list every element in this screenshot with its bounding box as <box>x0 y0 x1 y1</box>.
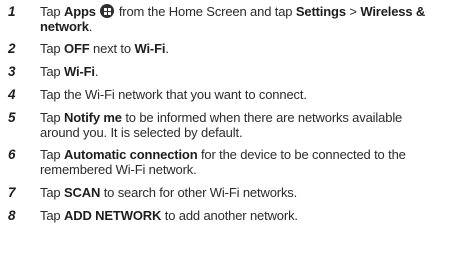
step-text-continued: remembered Wi-Fi network. <box>40 162 197 177</box>
ui-term-notify-me: Notify me <box>63 110 122 125</box>
step-text-continued: around you. It is selected by default. <box>40 125 243 140</box>
step-text: Tap ADD NETWORK to add another network. <box>40 208 298 223</box>
step-text: Tap Apps from the Home Screen and tap Se… <box>40 4 426 19</box>
ui-term-wifi: Wi-Fi <box>63 64 95 79</box>
instruction-steps: 1 Tap Apps from the Home Screen and tap … <box>0 0 463 262</box>
step-number: 8 <box>8 208 16 223</box>
step-text: Tap the Wi-Fi network that you want to c… <box>40 87 307 102</box>
step-number: 6 <box>8 147 16 162</box>
ui-term-add-network: ADD NETWORK <box>63 208 162 223</box>
step-text: Tap Wi-Fi. <box>40 64 99 79</box>
step-number: 7 <box>8 185 16 200</box>
step-number: 4 <box>8 87 16 102</box>
ui-term-off: OFF <box>63 41 90 56</box>
step-number: 5 <box>8 110 16 125</box>
ui-term-automatic-connection: Automatic connection <box>63 147 198 162</box>
step-text: Tap OFF next to Wi-Fi. <box>40 41 169 56</box>
apps-grid-icon <box>100 4 115 18</box>
ui-term-scan: SCAN <box>63 185 101 200</box>
step-text: Tap Automatic connection for the device … <box>40 147 406 162</box>
step-text-continued: network. <box>40 19 93 34</box>
step-number: 2 <box>8 41 16 56</box>
ui-term-apps: Apps <box>63 4 96 19</box>
step-number: 3 <box>8 64 16 79</box>
ui-term-wifi: Wi-Fi <box>134 41 166 56</box>
ui-term-wireless: Wireless & <box>360 4 426 19</box>
step-text: Tap Notify me to be informed when there … <box>40 110 403 125</box>
step-number: 1 <box>8 4 16 19</box>
ui-term-settings: Settings <box>295 4 346 19</box>
ui-term-network: network <box>40 19 89 34</box>
step-text: Tap SCAN to search for other Wi-Fi netwo… <box>40 185 298 200</box>
